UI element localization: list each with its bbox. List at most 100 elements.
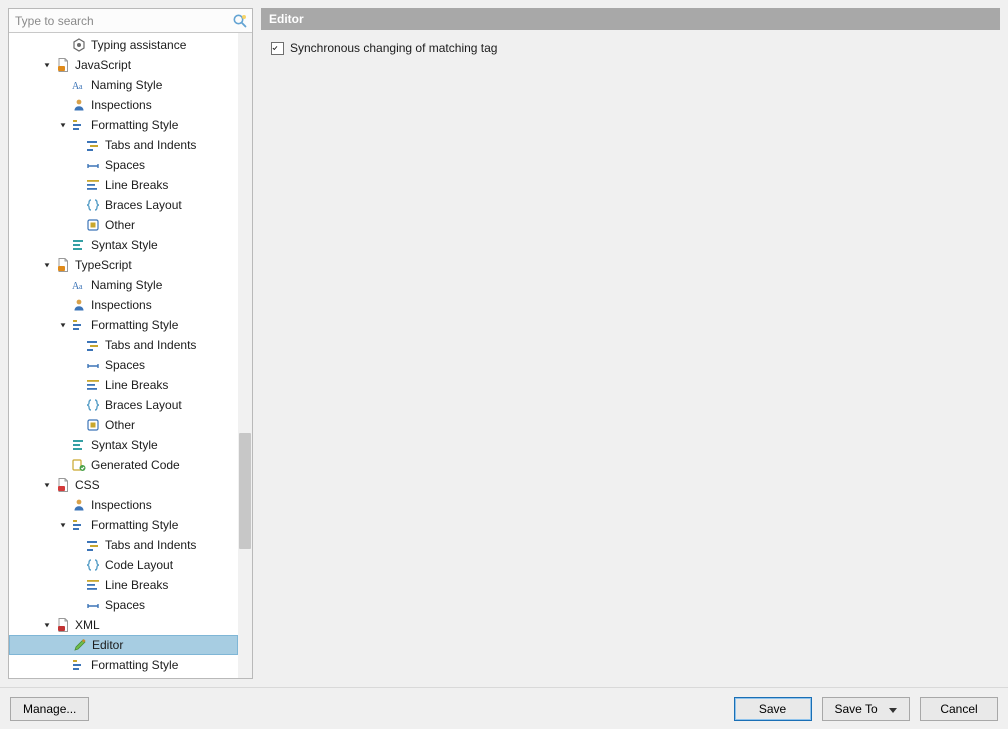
tree-item[interactable]: JavaScript xyxy=(9,55,238,75)
fmt-icon xyxy=(71,657,87,673)
gen-icon xyxy=(71,457,87,473)
braces-icon xyxy=(85,197,101,213)
lines-icon xyxy=(85,577,101,593)
right-panel: Editor Synchronous changing of matching … xyxy=(261,8,1000,679)
options-dialog: Typing assistanceJavaScriptAaNaming Styl… xyxy=(0,0,1008,729)
expand-arrow-icon[interactable] xyxy=(41,259,53,271)
tree-scrollbar-thumb[interactable] xyxy=(239,433,251,549)
file-ts-icon xyxy=(55,257,71,273)
tree-item-label: Braces Layout xyxy=(105,195,182,215)
tree-item[interactable]: Other xyxy=(9,415,238,435)
expand-arrow-icon[interactable] xyxy=(41,619,53,631)
svg-text:a: a xyxy=(79,282,83,291)
tree-item[interactable]: Typing assistance xyxy=(9,35,238,55)
tree-item[interactable]: Braces Layout xyxy=(9,195,238,215)
tree-item-label: Tabs and Indents xyxy=(105,335,196,355)
tree-item[interactable]: Spaces xyxy=(9,155,238,175)
page-title: Editor xyxy=(261,8,1000,30)
tree-item-label: Formatting Style xyxy=(91,655,178,675)
person-icon xyxy=(71,297,87,313)
manage-button[interactable]: Manage... xyxy=(10,697,89,721)
tree-item[interactable]: Tabs and Indents xyxy=(9,135,238,155)
tabs-icon xyxy=(85,537,101,553)
tree-item-label: Other xyxy=(105,415,135,435)
tree-item[interactable]: TypeScript xyxy=(9,255,238,275)
expand-arrow-icon[interactable] xyxy=(57,519,69,531)
tree-item[interactable]: Spaces xyxy=(9,355,238,375)
save-to-button[interactable]: Save To xyxy=(822,697,911,721)
cancel-button[interactable]: Cancel xyxy=(920,697,998,721)
fmt-icon xyxy=(71,317,87,333)
left-panel: Typing assistanceJavaScriptAaNaming Styl… xyxy=(8,8,253,679)
tree-item-label: Syntax Style xyxy=(91,235,158,255)
tree-item[interactable]: Formatting Style xyxy=(9,115,238,135)
tree-item-label: Inspections xyxy=(91,295,152,315)
file-js-icon xyxy=(55,57,71,73)
tree-item[interactable]: Code Layout xyxy=(9,555,238,575)
tabs-icon xyxy=(85,137,101,153)
tree-item-label: Line Breaks xyxy=(105,175,168,195)
tree-item[interactable]: Line Breaks xyxy=(9,375,238,395)
main-area: Typing assistanceJavaScriptAaNaming Styl… xyxy=(0,0,1008,687)
lines-icon xyxy=(85,177,101,193)
save-button[interactable]: Save xyxy=(734,697,812,721)
braces-icon xyxy=(85,557,101,573)
person-icon xyxy=(71,97,87,113)
fmt-icon xyxy=(71,517,87,533)
tree-item[interactable]: Other xyxy=(9,215,238,235)
expand-arrow-icon[interactable] xyxy=(41,479,53,491)
spaces-icon xyxy=(85,357,101,373)
tree-item[interactable]: Inspections xyxy=(9,95,238,115)
tree-item[interactable]: Generated Code xyxy=(9,455,238,475)
tree-item-label: Line Breaks xyxy=(105,575,168,595)
tree-item-label: CSS xyxy=(75,475,100,495)
tree-item-label: Typing assistance xyxy=(91,35,186,55)
search-icon xyxy=(232,13,248,29)
tree-item[interactable]: Syntax Style xyxy=(9,235,238,255)
tree-item[interactable]: Inspections xyxy=(9,295,238,315)
tree-item-label: Syntax Style xyxy=(91,435,158,455)
tree-item[interactable]: XML xyxy=(9,615,238,635)
tree-item-label: Line Breaks xyxy=(105,375,168,395)
checkbox-label: Synchronous changing of matching tag xyxy=(290,41,497,55)
tree-item[interactable]: Formatting Style xyxy=(9,655,238,675)
expand-arrow-icon[interactable] xyxy=(41,59,53,71)
tree-item-label: Tabs and Indents xyxy=(105,535,196,555)
tree-item[interactable]: CSS xyxy=(9,475,238,495)
tree-item[interactable]: Editor xyxy=(9,635,238,655)
settings-tree[interactable]: Typing assistanceJavaScriptAaNaming Styl… xyxy=(9,33,238,678)
other-icon xyxy=(85,417,101,433)
syntax-icon xyxy=(71,237,87,253)
aa-icon: Aa xyxy=(71,77,87,93)
tree-item[interactable]: Formatting Style xyxy=(9,315,238,335)
tree-item-label: Generated Code xyxy=(91,455,180,475)
tree-item[interactable]: Braces Layout xyxy=(9,395,238,415)
braces-icon xyxy=(85,397,101,413)
sync-matching-tag-checkbox[interactable]: Synchronous changing of matching tag xyxy=(271,38,990,58)
dialog-button-bar: Manage... Save Save To Cancel xyxy=(0,687,1008,729)
syntax-icon xyxy=(71,437,87,453)
svg-text:a: a xyxy=(79,82,83,91)
file-xml-icon xyxy=(55,617,71,633)
tree-item[interactable]: AaNaming Style xyxy=(9,75,238,95)
tree-item[interactable]: Syntax Style xyxy=(9,435,238,455)
tree-item-label: Formatting Style xyxy=(91,315,178,335)
tree-item[interactable]: Formatting Style xyxy=(9,515,238,535)
tree-item[interactable]: Spaces xyxy=(9,595,238,615)
tree-item[interactable]: Tabs and Indents xyxy=(9,335,238,355)
tree-item[interactable]: AaNaming Style xyxy=(9,275,238,295)
tree-item-label: Spaces xyxy=(105,155,145,175)
search-input[interactable] xyxy=(9,9,252,32)
expand-arrow-icon[interactable] xyxy=(57,319,69,331)
spaces-icon xyxy=(85,157,101,173)
tree-item-label: Inspections xyxy=(91,95,152,115)
tree-item[interactable]: Line Breaks xyxy=(9,175,238,195)
tree-item[interactable]: Tabs and Indents xyxy=(9,535,238,555)
tree-item[interactable]: Line Breaks xyxy=(9,575,238,595)
tree-item-label: Editor xyxy=(92,635,123,655)
save-to-label: Save To xyxy=(835,702,878,716)
tree-scrollbar-track[interactable] xyxy=(238,33,252,678)
right-body: Synchronous changing of matching tag xyxy=(261,30,1000,679)
expand-arrow-icon[interactable] xyxy=(57,119,69,131)
tree-item[interactable]: Inspections xyxy=(9,495,238,515)
